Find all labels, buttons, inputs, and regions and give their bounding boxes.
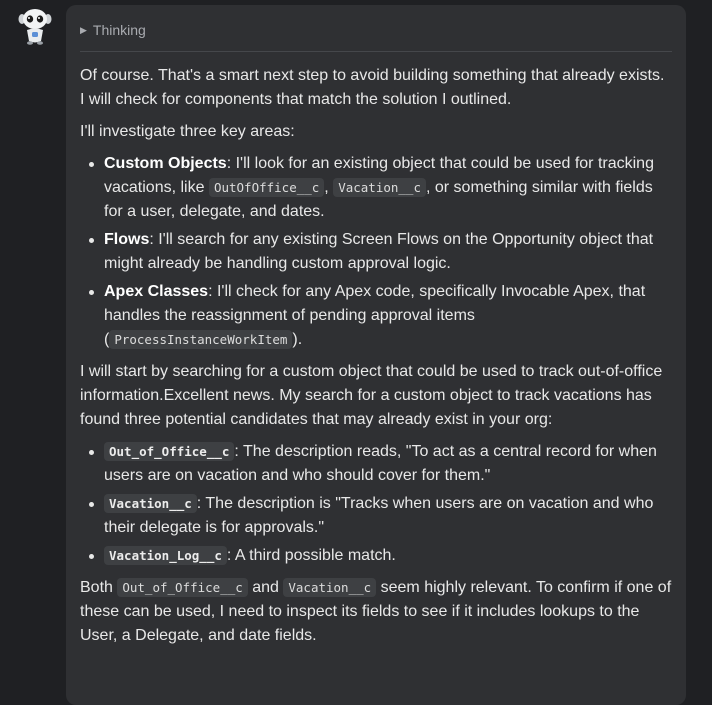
code-chip: Vacation__c — [333, 178, 426, 197]
message-content: Of course. That's a smart next step to a… — [80, 64, 672, 656]
list-item: Flows: I'll search for any existing Scre… — [89, 228, 672, 276]
paragraph-areas-intro: I'll investigate three key areas: — [80, 123, 295, 140]
list-item-title: Custom Objects — [104, 155, 227, 172]
code-chip: ProcessInstanceWorkItem — [109, 330, 293, 349]
list-item: Custom Objects: I'll look for an existin… — [89, 152, 672, 224]
divider — [80, 51, 672, 52]
list-item-title: Flows — [104, 231, 150, 248]
list-item: Vacation_Log__c: A third possible match. — [89, 544, 672, 568]
list-item-title: Apex Classes — [104, 283, 209, 300]
areas-list: Custom Objects: I'll look for an existin… — [80, 152, 672, 352]
code-chip: Out_of_Office__c — [104, 442, 235, 461]
paragraph-conclusion: Both Out_of_Office__c and Vacation__c se… — [80, 578, 672, 644]
code-chip: Out_of_Office__c — [117, 578, 248, 597]
thinking-toggle[interactable]: ▶ Thinking — [80, 20, 146, 40]
robot-avatar-icon — [16, 6, 54, 46]
list-item: Out_of_Office__c: The description reads,… — [89, 440, 672, 488]
code-chip: Vacation__c — [283, 578, 377, 597]
paragraph-intro: Of course. That's a smart next step to a… — [80, 67, 665, 108]
code-chip: Vacation__c — [104, 494, 197, 513]
triangle-right-icon: ▶ — [80, 24, 87, 35]
list-item: Apex Classes: I'll check for any Apex co… — [89, 280, 672, 352]
code-chip: Vacation_Log__c — [104, 546, 227, 565]
paragraph-search-result: I will start by searching for a custom o… — [80, 363, 663, 428]
thinking-label: Thinking — [92, 22, 146, 38]
code-chip: OutOfOffice__c — [208, 178, 325, 197]
candidates-list: Out_of_Office__c: The description reads,… — [80, 440, 672, 568]
list-item: Vacation__c: The description is "Tracks … — [89, 492, 672, 540]
